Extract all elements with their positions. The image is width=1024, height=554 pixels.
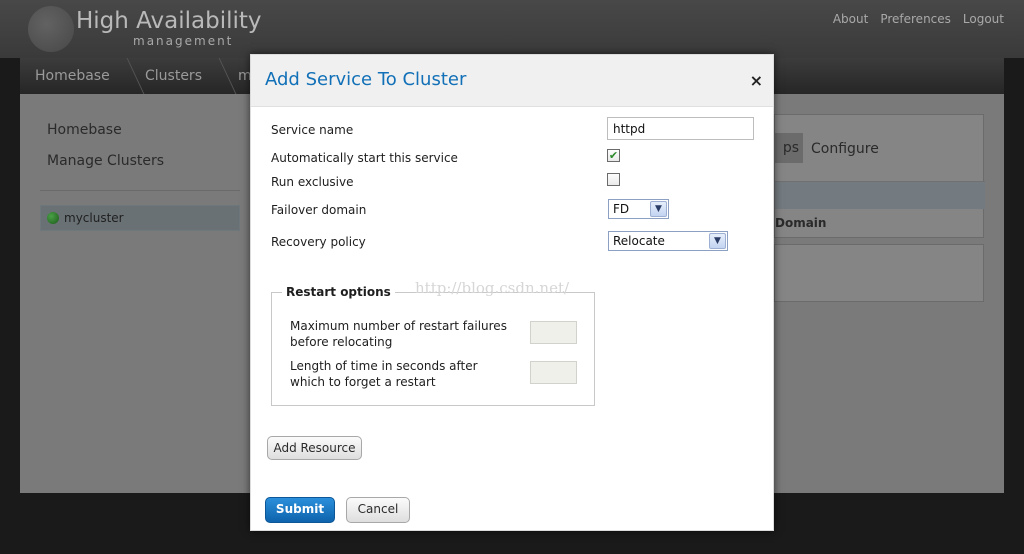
tab-configure[interactable]: Configure bbox=[811, 141, 879, 157]
watermark-text: http://blog.csdn.net/ bbox=[415, 279, 570, 297]
failover-domain-value: FD bbox=[613, 202, 630, 216]
breadcrumb-clusters[interactable]: Clusters bbox=[145, 68, 202, 84]
preferences-link[interactable]: Preferences bbox=[880, 12, 951, 26]
tab-services[interactable]: ps bbox=[775, 133, 803, 163]
app-subtitle: management bbox=[133, 34, 234, 48]
top-links: About Preferences Logout bbox=[833, 12, 1004, 26]
logout-link[interactable]: Logout bbox=[963, 12, 1004, 26]
cluster-name: mycluster bbox=[64, 211, 124, 225]
autostart-checkbox[interactable]: ✔ bbox=[607, 149, 620, 162]
expire-time-input[interactable] bbox=[530, 361, 577, 384]
recovery-policy-select[interactable]: Relocate ▼ bbox=[608, 231, 728, 251]
cluster-panel: ps Configure Domain bbox=[774, 114, 985, 238]
sidebar-item-manage-clusters[interactable]: Manage Clusters bbox=[47, 153, 164, 169]
breadcrumb-homebase[interactable]: Homebase bbox=[35, 68, 110, 84]
logo-icon bbox=[28, 6, 74, 52]
submit-button[interactable]: Submit bbox=[265, 497, 335, 523]
recovery-policy-label: Recovery policy bbox=[271, 235, 366, 249]
about-link[interactable]: About bbox=[833, 12, 868, 26]
status-dot-icon bbox=[47, 212, 59, 224]
column-header-domain: Domain bbox=[775, 216, 827, 230]
max-failures-label: Maximum number of restart failures befor… bbox=[290, 319, 507, 349]
recovery-policy-value: Relocate bbox=[613, 234, 665, 248]
app-title: High Availability bbox=[76, 8, 262, 34]
sidebar-item-homebase[interactable]: Homebase bbox=[47, 122, 122, 138]
add-service-dialog: Add Service To Cluster × Service name Au… bbox=[250, 54, 774, 531]
failover-domain-select[interactable]: FD ▼ bbox=[608, 199, 669, 219]
restart-options-legend: Restart options bbox=[282, 285, 395, 299]
cancel-button[interactable]: Cancel bbox=[346, 497, 410, 523]
sidebar-divider bbox=[40, 190, 240, 191]
autostart-label: Automatically start this service bbox=[271, 151, 458, 165]
run-exclusive-checkbox[interactable] bbox=[607, 173, 620, 186]
close-icon[interactable]: × bbox=[750, 71, 763, 90]
service-name-input[interactable] bbox=[607, 117, 754, 140]
chevron-down-icon: ▼ bbox=[650, 201, 667, 217]
breadcrumb-separator bbox=[201, 58, 237, 94]
sidebar-item-mycluster[interactable]: mycluster bbox=[40, 205, 240, 231]
dialog-title: Add Service To Cluster bbox=[265, 69, 467, 90]
restart-options-group: Restart options Maximum number of restar… bbox=[271, 285, 595, 406]
failover-domain-label: Failover domain bbox=[271, 203, 367, 217]
dialog-header: Add Service To Cluster × bbox=[251, 55, 773, 107]
panel-toolbar bbox=[775, 181, 985, 209]
breadcrumb-separator bbox=[109, 58, 145, 94]
run-exclusive-label: Run exclusive bbox=[271, 175, 354, 189]
add-resource-button[interactable]: Add Resource bbox=[267, 436, 362, 460]
expire-time-label: Length of time in seconds after which to… bbox=[290, 359, 478, 389]
cluster-panel-body bbox=[774, 244, 984, 302]
max-failures-input[interactable] bbox=[530, 321, 577, 344]
service-name-label: Service name bbox=[271, 123, 354, 137]
app-header: High Availability management About Prefe… bbox=[0, 0, 1024, 58]
chevron-down-icon: ▼ bbox=[709, 233, 726, 249]
check-icon: ✔ bbox=[608, 149, 619, 162]
